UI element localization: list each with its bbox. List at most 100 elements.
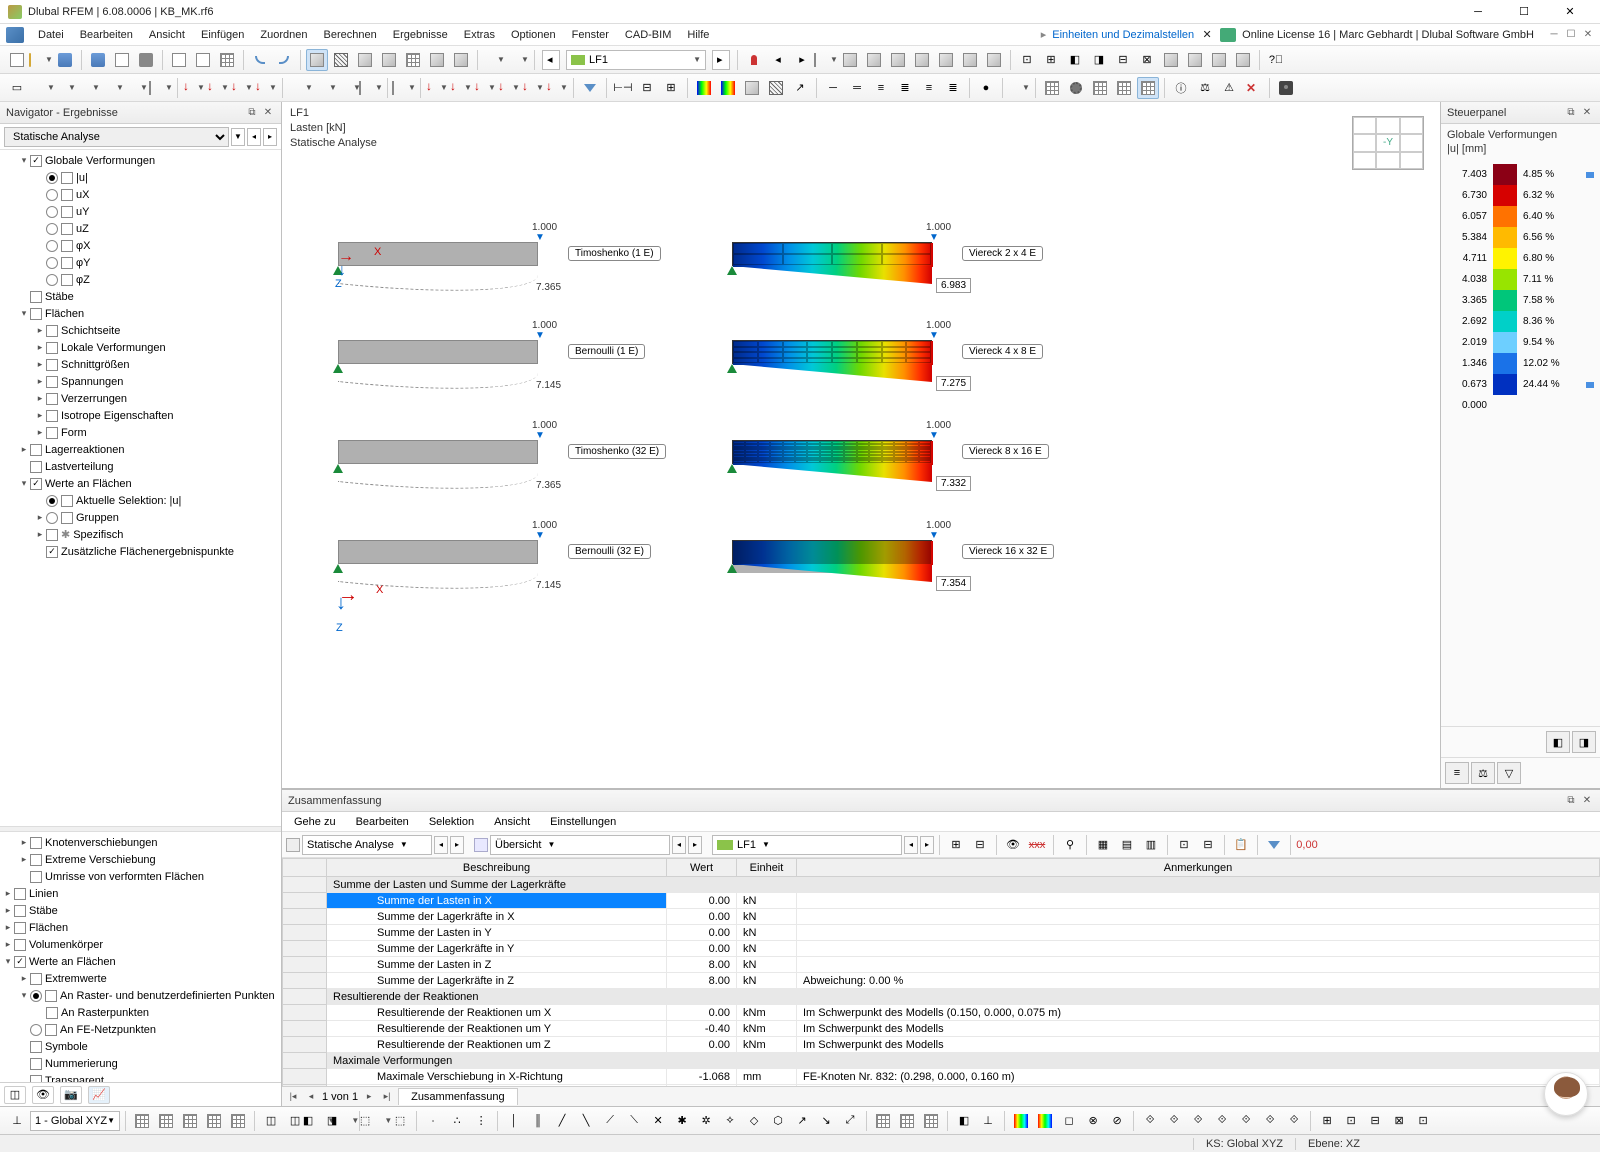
- bb-d7[interactable]: ⟐: [1283, 1110, 1305, 1132]
- tree-item[interactable]: ▸Schnittgrößen: [0, 356, 281, 373]
- bb-sh[interactable]: ↘: [815, 1110, 837, 1132]
- nav-tab-views[interactable]: 📷: [60, 1086, 82, 1104]
- loadcase-combo[interactable]: LF1▼: [566, 50, 706, 70]
- tree-item[interactable]: |u|: [0, 169, 281, 186]
- tool-color[interactable]: ▼: [1008, 77, 1030, 99]
- tree-item[interactable]: φZ: [0, 271, 281, 288]
- summary-table[interactable]: BeschreibungWertEinheitAnmerkungenSumme …: [282, 858, 1600, 1086]
- tree-item[interactable]: ▸Spannungen: [0, 373, 281, 390]
- bb-s3[interactable]: ⋮: [470, 1110, 492, 1132]
- calc-button[interactable]: ▼: [483, 49, 505, 71]
- sum-menu-goto[interactable]: Gehe zu: [286, 814, 344, 830]
- bb-9[interactable]: ◨▼: [332, 1110, 354, 1132]
- tool-hinge3[interactable]: ▼: [336, 77, 358, 99]
- view-saved[interactable]: ▼: [815, 49, 837, 71]
- st-d[interactable]: xxx: [1026, 834, 1048, 856]
- maximize-button[interactable]: ☐: [1502, 1, 1546, 23]
- nav-tab-data[interactable]: ◫: [4, 1086, 26, 1104]
- tool-load5[interactable]: ▼: [522, 77, 544, 99]
- bb-sb[interactable]: ✱: [671, 1110, 693, 1132]
- tree-item[interactable]: ▸Lagerreaktionen: [0, 441, 281, 458]
- tree-item[interactable]: uY: [0, 203, 281, 220]
- tool-dim3[interactable]: ⊞: [660, 77, 682, 99]
- nav-tab-results[interactable]: 📈: [88, 1086, 110, 1104]
- tool-balance[interactable]: ⚖: [1194, 77, 1216, 99]
- tree-item[interactable]: ▸Extreme Verschiebung: [0, 851, 281, 868]
- tool-g5[interactable]: [1137, 77, 1159, 99]
- display-tree[interactable]: ▸Knotenverschiebungen▸Extreme Verschiebu…: [0, 832, 281, 1082]
- bb-g1[interactable]: [872, 1110, 894, 1132]
- sum-combo2[interactable]: Übersicht▼: [490, 835, 670, 855]
- bb-g4[interactable]: ◧: [953, 1110, 975, 1132]
- view-wire[interactable]: [330, 49, 352, 71]
- undo-button[interactable]: [249, 49, 271, 71]
- bb-e5[interactable]: ⊡: [1412, 1110, 1434, 1132]
- tool-res2[interactable]: [717, 77, 739, 99]
- bb-g2[interactable]: [896, 1110, 918, 1132]
- save-button[interactable]: [54, 49, 76, 71]
- tool-surf[interactable]: ▼: [102, 77, 124, 99]
- sum-combo1[interactable]: Statische Analyse▼: [302, 835, 432, 855]
- bb-s5[interactable]: ║: [527, 1110, 549, 1132]
- tree-item[interactable]: φY: [0, 254, 281, 271]
- tree-item[interactable]: Transparent: [0, 1072, 281, 1082]
- tool-warn[interactable]: ⚠: [1218, 77, 1240, 99]
- tree-item[interactable]: ▾Flächen: [0, 305, 281, 322]
- tool-sup4[interactable]: ▼: [255, 77, 277, 99]
- bb-s8[interactable]: ⟋: [599, 1110, 621, 1132]
- nav-combo-next[interactable]: ▸: [263, 128, 277, 146]
- mdi-restore[interactable]: ☐: [1563, 28, 1579, 42]
- tool-hinge2[interactable]: ▼: [312, 77, 334, 99]
- tree-item[interactable]: Nummerierung: [0, 1055, 281, 1072]
- tool-g1[interactable]: [1041, 77, 1063, 99]
- export-button[interactable]: [111, 49, 133, 71]
- bb-2[interactable]: [155, 1110, 177, 1132]
- bb-5[interactable]: [227, 1110, 249, 1132]
- tree-item[interactable]: Lastverteilung: [0, 458, 281, 475]
- view-3[interactable]: [354, 49, 376, 71]
- view-d[interactable]: [911, 49, 933, 71]
- menu-fenster[interactable]: Fenster: [564, 26, 617, 44]
- zoom-a[interactable]: ◨: [1088, 49, 1110, 71]
- new-button[interactable]: [6, 49, 28, 71]
- sf-filter[interactable]: ▽: [1497, 762, 1521, 784]
- st-i[interactable]: ⊡: [1173, 834, 1195, 856]
- sum-next[interactable]: ▸: [362, 1090, 376, 1104]
- bb-d5[interactable]: ⟐: [1235, 1110, 1257, 1132]
- tool-cam[interactable]: [1275, 77, 1297, 99]
- menu-ansicht[interactable]: Ansicht: [141, 26, 193, 44]
- tool-hinge1[interactable]: ▼: [288, 77, 310, 99]
- bb-cs-combo[interactable]: 1 - Global XYZ▼: [30, 1111, 120, 1131]
- menu-datei[interactable]: Datei: [30, 26, 72, 44]
- redo-button[interactable]: [273, 49, 295, 71]
- menu-ergebnisse[interactable]: Ergebnisse: [385, 26, 456, 44]
- st-k[interactable]: 📋: [1230, 834, 1252, 856]
- bb-10[interactable]: ⬚▼: [365, 1110, 387, 1132]
- nav-popout[interactable]: ⧉: [245, 106, 259, 120]
- sum-last[interactable]: ▸|: [380, 1090, 394, 1104]
- tool-dot[interactable]: ●: [975, 77, 997, 99]
- st-c[interactable]: 👁: [1002, 834, 1024, 856]
- pin-button[interactable]: [743, 49, 765, 71]
- tree-item[interactable]: ▸Stäbe: [0, 902, 281, 919]
- bb-6[interactable]: ◫: [260, 1110, 282, 1132]
- tool-g3[interactable]: [1089, 77, 1111, 99]
- print-button[interactable]: [135, 49, 157, 71]
- tool-info[interactable]: ⓘ: [1170, 77, 1192, 99]
- view-a[interactable]: [839, 49, 861, 71]
- view-cube[interactable]: -Y: [1352, 116, 1424, 170]
- nav-close[interactable]: ✕: [261, 106, 275, 120]
- res-button[interactable]: ▼: [507, 49, 529, 71]
- tree-item[interactable]: ▸Schichtseite: [0, 322, 281, 339]
- sum-prev[interactable]: ◂: [304, 1090, 318, 1104]
- bb-e4[interactable]: ⊠: [1388, 1110, 1410, 1132]
- bb-s1[interactable]: ∙: [422, 1110, 444, 1132]
- tool-select[interactable]: ▭: [6, 77, 28, 99]
- saveas-button[interactable]: [87, 49, 109, 71]
- st-dec[interactable]: 0,00: [1296, 834, 1318, 856]
- sum-menu-set[interactable]: Einstellungen: [542, 814, 624, 830]
- zoom-b[interactable]: ⊟: [1112, 49, 1134, 71]
- cam-right[interactable]: ▸: [791, 49, 813, 71]
- tree-item[interactable]: φX: [0, 237, 281, 254]
- tool-filter[interactable]: [579, 77, 601, 99]
